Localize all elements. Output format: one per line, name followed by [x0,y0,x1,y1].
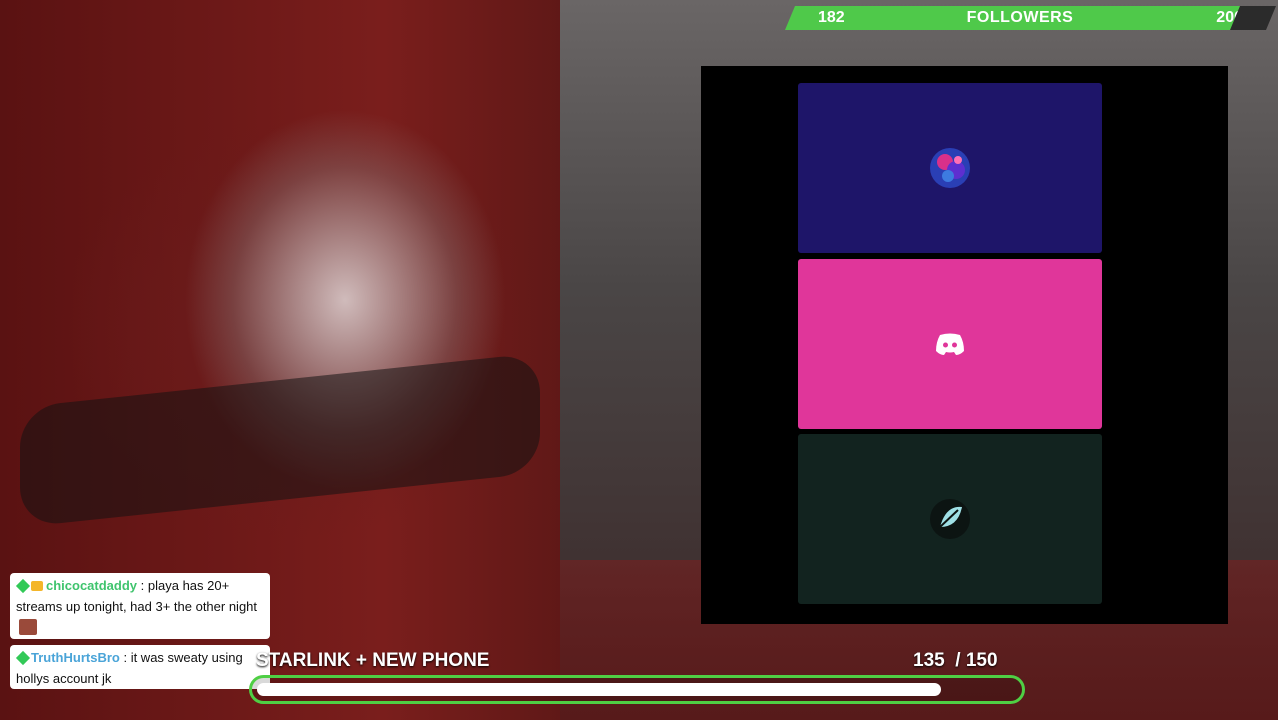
chat-message: TruthHurtsBro : it was sweaty using holl… [10,645,270,689]
social-panel [701,66,1228,624]
emote-icon [19,619,37,635]
social-card-avatar[interactable] [798,83,1102,253]
goal-progress-fill [257,683,941,696]
goal-count: 135 / 150 [913,650,998,671]
gold-badge-icon [31,581,43,591]
discord-icon [928,322,972,366]
follower-goal-bar: 182 FOLLOWERS 200 [785,6,1255,30]
goal-title: STARLINK + NEW PHONE [256,650,490,671]
leaf-avatar-icon [928,497,972,541]
goal-progress-bar [249,675,1025,704]
subscriber-badge-icon [15,578,31,594]
social-card-leaf[interactable] [798,434,1102,604]
social-card-discord[interactable] [798,259,1102,429]
subscriber-badge-icon [15,650,31,666]
chat-username[interactable]: chicocatdaddy [46,578,137,593]
chat-username[interactable]: TruthHurtsBro [31,650,120,665]
follower-label: FOLLOWERS [966,9,1074,26]
chat-message: chicocatdaddy : playa has 20+ streams up… [10,573,270,639]
galaxy-avatar-icon [928,146,972,190]
